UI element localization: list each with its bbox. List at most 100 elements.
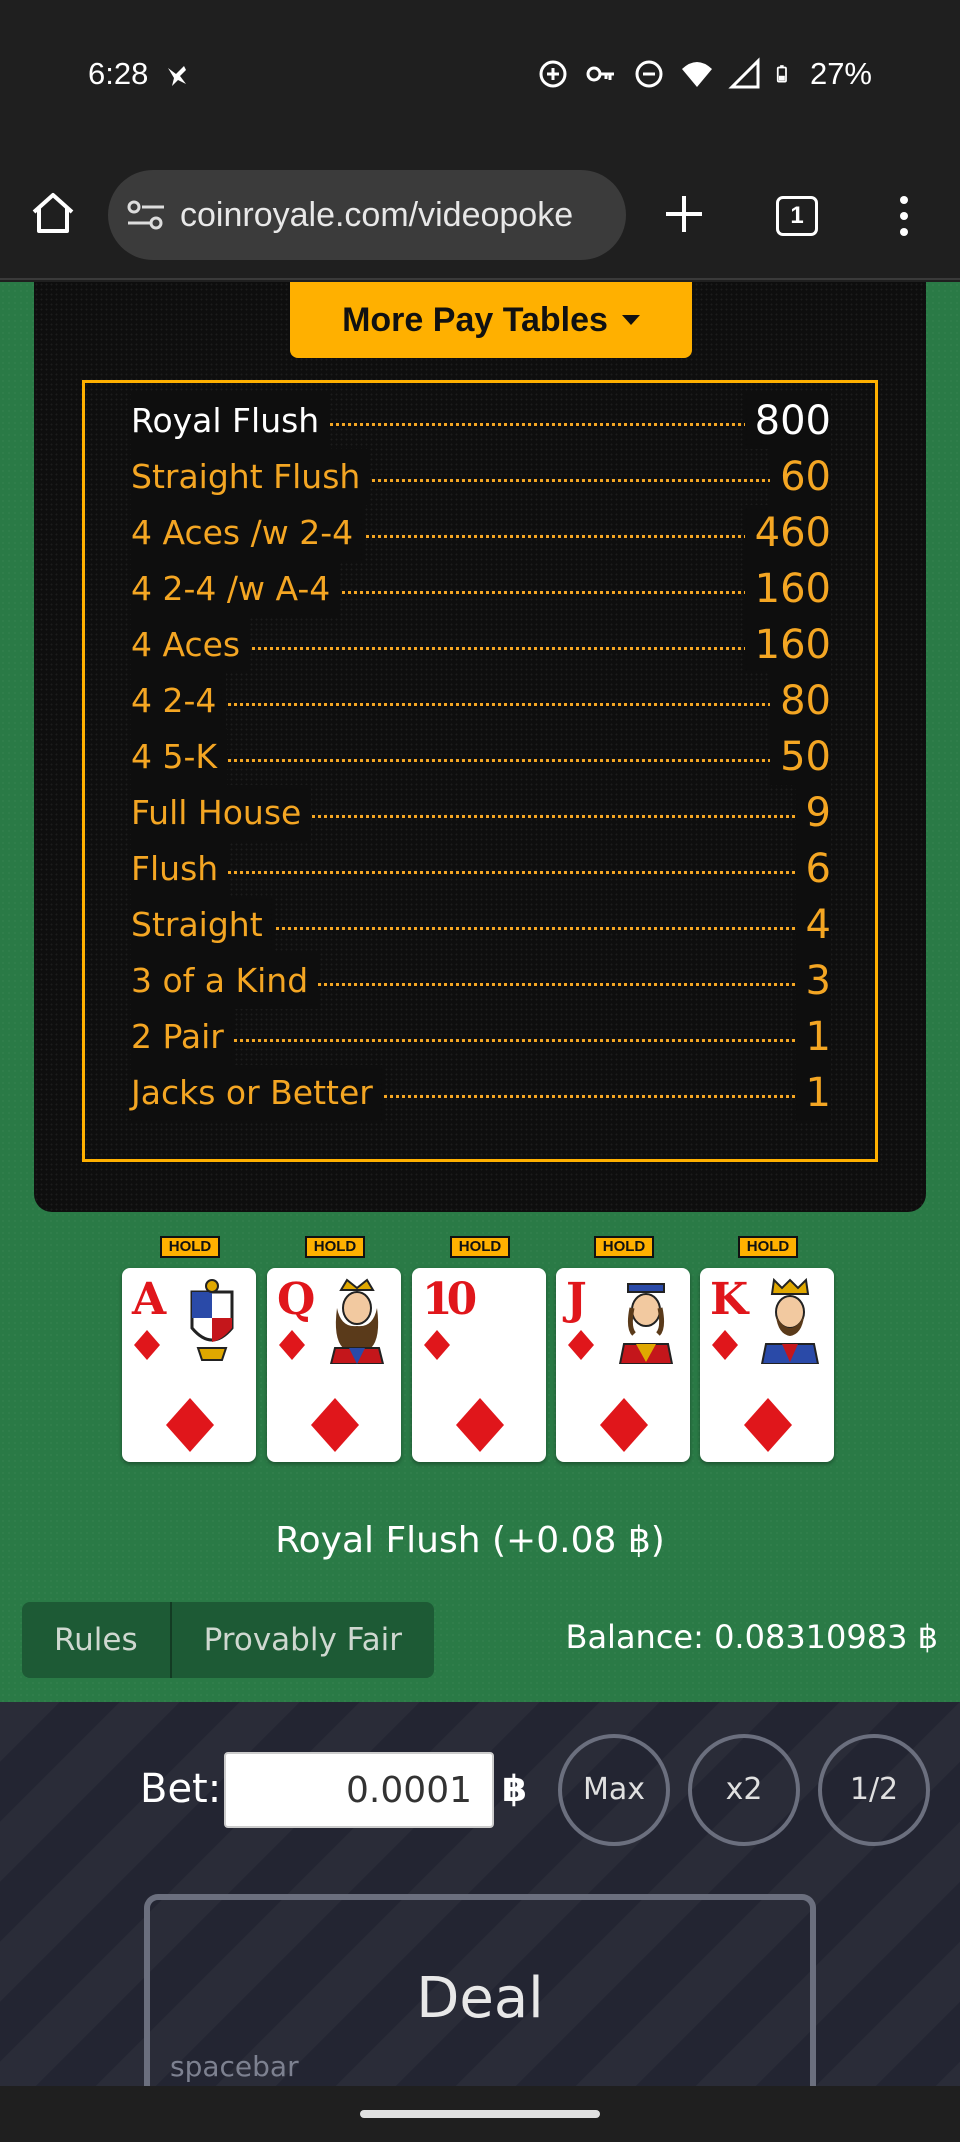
home-icon[interactable] <box>30 190 76 236</box>
pay-value: 60 <box>770 449 831 505</box>
pay-row: 2 Pair 1 <box>131 1009 831 1065</box>
wifi-icon <box>681 62 712 87</box>
vpn-key-icon <box>586 66 614 82</box>
pay-value: 460 <box>744 505 831 561</box>
pay-value: 800 <box>744 393 831 449</box>
hold-badge: HOLD <box>305 1236 365 1258</box>
half-bet-button[interactable]: 1/2 <box>818 1734 930 1846</box>
site-settings-icon[interactable] <box>126 198 166 232</box>
hold-badge: HOLD <box>738 1236 798 1258</box>
diamond-icon <box>600 1398 648 1452</box>
pay-value: 1 <box>795 1009 831 1065</box>
pay-hand: Royal Flush <box>131 393 330 449</box>
caret-down-icon <box>621 315 640 325</box>
new-tab-icon[interactable] <box>664 194 704 234</box>
king-face-icon <box>760 1278 820 1364</box>
status-icons: 27% <box>536 56 872 92</box>
pay-hand: Flush <box>131 841 229 897</box>
tab-switcher-button[interactable]: 1 <box>776 196 818 236</box>
pay-row: 4 5-K 50 <box>131 729 831 785</box>
balance-display: Balance: 0.08310983 ฿ <box>565 1618 938 1656</box>
pay-row: 4 Aces 160 <box>131 617 831 673</box>
pay-value: 80 <box>770 673 831 729</box>
hold-badge: HOLD <box>450 1236 510 1258</box>
info-tabs: Rules Provably Fair <box>22 1602 434 1678</box>
rules-tab[interactable]: Rules <box>22 1602 170 1678</box>
status-bar: 6:28 27% <box>0 0 960 150</box>
card-rank: Q <box>277 1274 316 1325</box>
hand-result: Royal Flush (+0.08 ฿) <box>275 1520 665 1561</box>
pay-row: Straight 4 <box>131 897 831 953</box>
pay-table: Royal Flush 800 Straight Flush 60 4 Aces /… <box>82 380 878 1162</box>
pay-row: Straight Flush 60 <box>131 449 831 505</box>
deal-button[interactable]: Deal spacebar <box>144 1894 816 2094</box>
provably-fair-tab[interactable]: Provably Fair <box>172 1602 434 1678</box>
diamond-icon <box>744 1398 792 1452</box>
diamond-icon <box>568 1330 594 1360</box>
pay-hand: 4 2-4 <box>131 673 227 729</box>
max-bet-button[interactable]: Max <box>558 1734 670 1846</box>
pay-value: 160 <box>744 561 831 617</box>
card-ten-of-diamonds[interactable]: 10 <box>412 1268 546 1462</box>
pay-row: Jacks or Better 1 <box>131 1065 831 1121</box>
card-queen-of-diamonds[interactable]: Q <box>267 1268 401 1462</box>
diamond-icon <box>311 1398 359 1452</box>
hold-badge: HOLD <box>160 1236 220 1258</box>
battery-icon <box>776 65 787 83</box>
pay-value: 3 <box>795 953 831 1009</box>
browser-toolbar: coinroyale.com/videopoke 1 <box>0 150 960 280</box>
more-options-icon[interactable] <box>894 194 914 238</box>
system-nav-bar <box>0 2086 960 2142</box>
pay-hand: 4 Aces <box>131 617 251 673</box>
bet-amount-input[interactable] <box>224 1752 494 1828</box>
jack-face-icon <box>618 1283 674 1364</box>
card-rank: 10 <box>422 1274 477 1325</box>
pay-hand: Jacks or Better <box>131 1065 383 1121</box>
pay-value: 6 <box>795 841 831 897</box>
pay-value: 50 <box>770 729 831 785</box>
data-saver-icon <box>539 60 567 88</box>
diamond-icon <box>166 1398 214 1452</box>
more-pay-tables-label: More Pay Tables <box>342 300 608 339</box>
battery-level: 27% <box>809 56 872 91</box>
diamond-icon <box>456 1398 504 1452</box>
card-rank: A <box>132 1274 167 1325</box>
card-rank: J <box>566 1274 587 1325</box>
pay-value: 9 <box>795 785 831 841</box>
address-bar[interactable]: coinroyale.com/videopoke <box>108 170 626 260</box>
pay-hand: 4 Aces /w 2-4 <box>131 505 364 561</box>
do-not-disturb-icon <box>635 60 663 88</box>
pay-hand: Straight <box>131 897 273 953</box>
crest-icon <box>190 1279 234 1361</box>
pay-hand: Straight Flush <box>131 449 371 505</box>
pay-row: 3 of a Kind 3 <box>131 953 831 1009</box>
url-text[interactable]: coinroyale.com/videopoke <box>180 196 573 235</box>
status-time: 6:28 <box>88 56 149 91</box>
pay-hand: 4 5-K <box>131 729 228 785</box>
pay-hand: 2 Pair <box>131 1009 234 1065</box>
hold-badge: HOLD <box>594 1236 654 1258</box>
pay-row: Flush 6 <box>131 841 831 897</box>
dotted-leader <box>131 703 831 706</box>
diamond-icon <box>424 1330 450 1360</box>
card-jack-of-diamonds[interactable]: J <box>556 1268 690 1462</box>
dotted-leader <box>131 871 831 874</box>
deal-label: Deal <box>416 1966 544 2031</box>
pay-value: 1 <box>795 1065 831 1121</box>
pay-value: 4 <box>795 897 831 953</box>
bet-label: Bet: <box>140 1766 222 1812</box>
dotted-leader <box>131 759 831 762</box>
diamond-icon <box>279 1330 305 1360</box>
double-bet-button[interactable]: x2 <box>688 1734 800 1846</box>
card-rank: K <box>710 1274 749 1325</box>
card-king-of-diamonds[interactable]: K <box>700 1268 834 1462</box>
more-pay-tables-button[interactable]: More Pay Tables <box>290 282 692 358</box>
pay-row: Royal Flush 800 <box>131 393 831 449</box>
dotted-leader <box>131 1039 831 1042</box>
pay-row: 4 2-4 /w A-4 160 <box>131 561 831 617</box>
pay-hand: 4 2-4 /w A-4 <box>131 561 341 617</box>
card-ace-of-diamonds[interactable]: A <box>122 1268 256 1462</box>
pay-row: Full House 9 <box>131 785 831 841</box>
home-gesture-handle[interactable] <box>360 2110 600 2118</box>
bitcoin-symbol: ฿ <box>502 1768 528 1809</box>
